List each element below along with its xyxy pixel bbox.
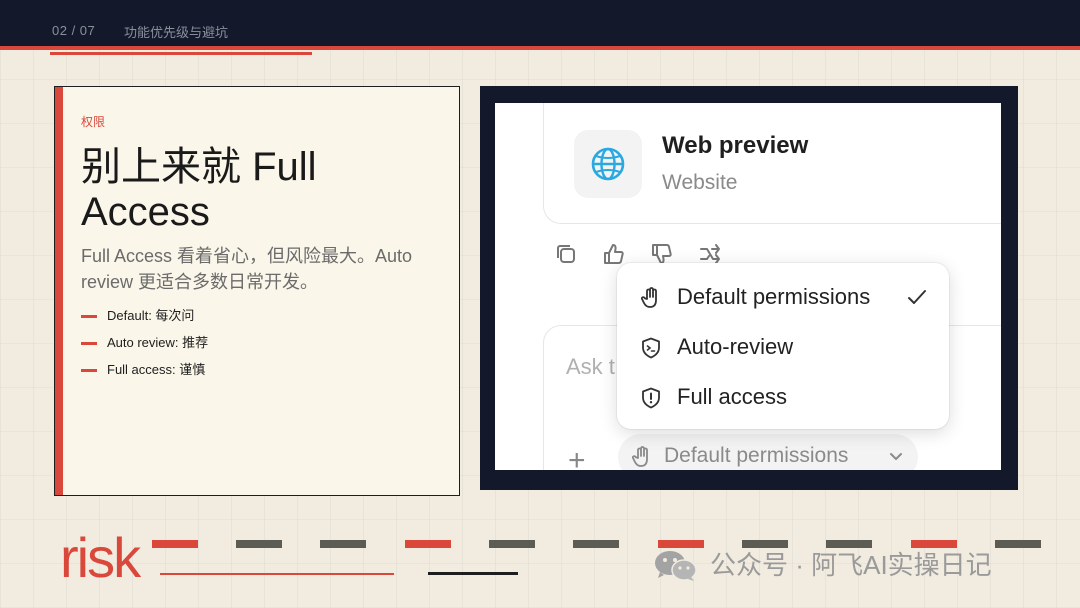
dash-segment	[995, 540, 1041, 548]
risk-wordmark: risk	[60, 526, 141, 589]
watermark-text: 公众号 · 阿飞AI实操日记	[710, 550, 992, 580]
top-bar: 02 / 07 功能优先级与避坑	[0, 0, 1080, 46]
list-item: Full access: 谨慎	[81, 361, 208, 388]
permission-selector-label: Default permissions	[664, 444, 849, 467]
hand-icon	[640, 287, 657, 308]
shield-terminal-icon	[642, 337, 660, 359]
menu-item-label: Auto-review	[677, 334, 794, 359]
dash-segment	[658, 540, 704, 548]
menu-item-full-access[interactable]: Full access	[617, 376, 949, 420]
checkmark-icon	[908, 290, 926, 304]
card-headline: 别上来就 Full Access	[81, 145, 317, 234]
shield-alert-icon	[642, 387, 660, 409]
bullet-text: Full access: 谨慎	[107, 362, 206, 377]
permission-tip-card: 权限 别上来就 Full Access Full Access 看着省心，但风险…	[54, 86, 460, 496]
web-preview-subtitle: Website	[662, 171, 738, 194]
permissions-menu: Default permissions Auto-review Full acc…	[617, 263, 949, 429]
thumbs-up-icon[interactable]	[601, 241, 627, 267]
risk-underline	[160, 573, 394, 575]
globe-icon	[591, 147, 625, 181]
section-title: 功能优先级与避坑	[124, 25, 229, 40]
menu-item-label: Default permissions	[677, 284, 871, 309]
chevron-down-icon	[890, 453, 902, 460]
bullet-dash	[81, 315, 97, 318]
dash-segment	[320, 540, 366, 548]
bullet-text: Default: 每次问	[107, 308, 195, 323]
composer-placeholder: Ask t	[566, 354, 615, 379]
card-accent-bar	[55, 87, 63, 495]
app-screenshot: Web preview Website Ask t + Default perm…	[495, 103, 1001, 470]
bullet-dash	[81, 342, 97, 345]
menu-item-label: Full access	[677, 384, 788, 409]
copy-icon[interactable]	[553, 241, 579, 267]
web-preview-title: Web preview	[662, 132, 809, 159]
web-preview-icon-box	[574, 130, 642, 198]
bullet-text: Auto review: 推荐	[107, 335, 209, 350]
header-accent-line	[50, 52, 312, 55]
dash-segment	[489, 540, 535, 548]
permission-list: Default: 每次问 Auto review: 推荐 Full access…	[81, 307, 208, 388]
list-item: Auto review: 推荐	[81, 334, 208, 361]
web-preview-card[interactable]: Web preview Website	[543, 103, 1001, 224]
card-subtitle: Full Access 看着省心，但风险最大。Auto review 更适合多数…	[81, 246, 413, 292]
list-item: Default: 每次问	[81, 307, 208, 334]
dash-segment	[573, 540, 619, 548]
menu-item-default-permissions[interactable]: Default permissions	[617, 276, 949, 320]
header-divider	[0, 46, 1080, 50]
dash-segment	[236, 540, 282, 548]
card-eyebrow: 权限	[81, 115, 106, 129]
permission-selector[interactable]: Default permissions	[618, 434, 918, 470]
page-counter: 02 / 07	[52, 23, 96, 38]
dash-segment	[405, 540, 451, 548]
hand-icon	[631, 446, 648, 467]
plus-icon[interactable]: +	[568, 446, 586, 471]
menu-item-auto-review[interactable]: Auto-review	[617, 326, 949, 370]
wechat-icon	[655, 551, 697, 581]
dash-segment	[152, 540, 198, 548]
bullet-dash	[81, 369, 97, 372]
accent-underline	[428, 572, 518, 575]
